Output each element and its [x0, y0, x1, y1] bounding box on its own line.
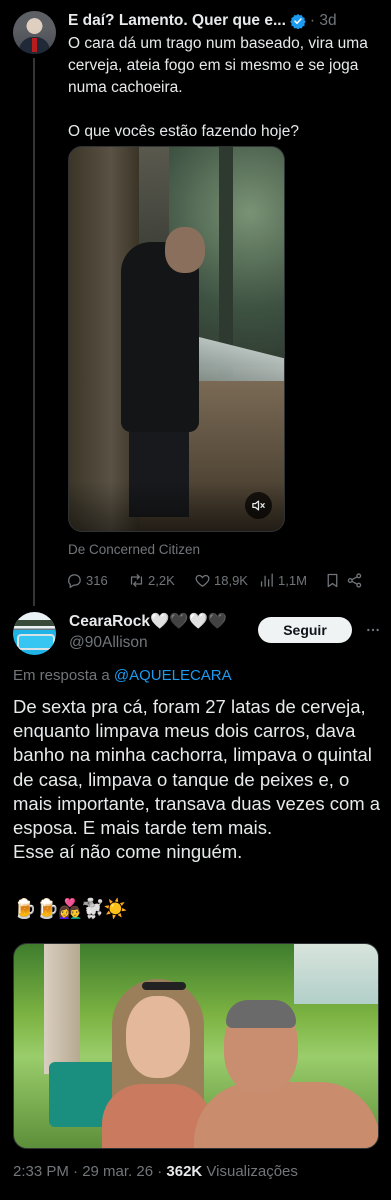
tweet-emojis: 🍺🍺👩‍❤️‍👨🐩☀️	[13, 899, 127, 920]
parent-tweet-video[interactable]	[68, 146, 285, 532]
author-avatar[interactable]	[13, 612, 56, 655]
tweet-photo[interactable]	[13, 943, 379, 1149]
parent-author-name[interactable]: E daí? Lamento. Quer que e...	[68, 12, 286, 30]
views-button[interactable]: 1,1M	[258, 572, 324, 589]
replying-to: Em resposta a @AQUELECARA	[13, 667, 232, 684]
reply-icon	[68, 573, 81, 588]
like-count: 18,9K	[214, 572, 248, 588]
heart-icon	[195, 574, 210, 587]
reply-count: 316	[86, 572, 108, 588]
share-button[interactable]	[346, 572, 368, 589]
like-button[interactable]: 18,9K	[194, 572, 258, 589]
tweet-meta: 2:33 PM · 29 mar. 26 · 362K Visualizaçõe…	[13, 1163, 298, 1180]
video-source-attribution[interactable]: De Concerned Citizen	[68, 542, 200, 557]
repost-icon	[130, 573, 143, 587]
more-options-icon[interactable]	[365, 622, 381, 638]
parent-tweet-time[interactable]: · 3d	[310, 12, 337, 30]
mute-button[interactable]	[245, 492, 272, 519]
views-icon	[260, 572, 273, 587]
share-icon	[347, 572, 362, 588]
verified-badge-icon	[290, 14, 306, 29]
repost-count: 2,2K	[148, 572, 175, 588]
mute-icon	[252, 500, 265, 511]
tweet-views-label: Visualizações	[202, 1163, 298, 1180]
bookmark-button[interactable]	[324, 572, 346, 589]
tweet-timestamp[interactable]: 2:33 PM · 29 mar. 26 ·	[13, 1163, 166, 1180]
views-count: 1,1M	[278, 572, 307, 588]
parent-tweet-actions: 316 2,2K 18,9K 1,1M	[66, 570, 378, 590]
parent-tweet-header: E daí? Lamento. Quer que e... · 3d	[68, 11, 379, 31]
repost-button[interactable]: 2,2K	[128, 572, 194, 589]
reply-button[interactable]: 316	[66, 572, 128, 589]
follow-button[interactable]: Seguir	[258, 617, 352, 643]
author-handle[interactable]: @90Allison	[69, 634, 148, 652]
parent-author-avatar[interactable]	[13, 11, 56, 54]
tweet-text: De sexta pra cá, foram 27 latas de cerve…	[13, 696, 381, 863]
replying-prefix: Em resposta a	[13, 667, 110, 684]
thread-connector-line	[33, 58, 35, 606]
replying-mention-link[interactable]: @AQUELECARA	[114, 667, 232, 684]
author-name[interactable]: CearaRock🤍🖤🤍🖤	[69, 612, 227, 631]
parent-tweet-text: O cara dá um trago num baseado, vira uma…	[68, 35, 368, 140]
tweet-view-count: 362K	[166, 1163, 203, 1180]
bookmark-icon	[327, 573, 338, 587]
